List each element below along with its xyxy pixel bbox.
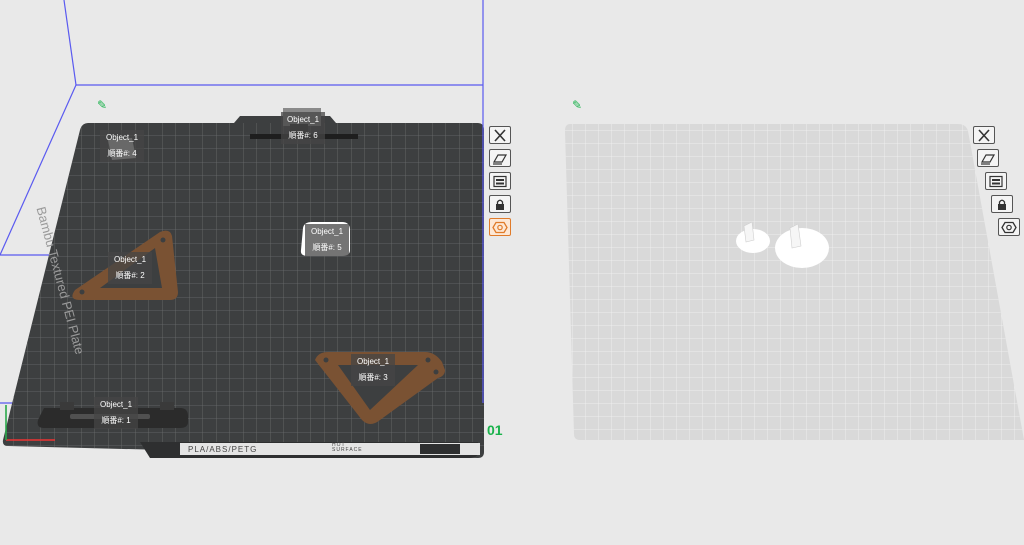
auto-orient-icon [492, 153, 508, 165]
lock-plate-button[interactable] [489, 195, 511, 213]
arrange-button[interactable] [985, 172, 1007, 190]
object-label-2[interactable]: Object_1 順番#: 2 [108, 252, 153, 284]
arrange-icon [989, 175, 1003, 187]
arrange-button[interactable] [489, 172, 511, 190]
lock-icon [496, 199, 504, 210]
auto-orient-button[interactable] [977, 149, 999, 167]
object-label-4[interactable]: Object_1 順番#: 4 [100, 130, 145, 162]
object-order: 順番#: 1 [101, 416, 131, 425]
object-name: Object_1 [106, 133, 139, 142]
object-name: Object_1 [114, 255, 147, 264]
close-icon [494, 128, 506, 142]
arrange-icon [493, 175, 507, 187]
auto-orient-icon [980, 153, 996, 165]
object-order: 順番#: 6 [288, 131, 318, 140]
object-order: 順番#: 3 [358, 373, 388, 382]
plate-material-text: PLA/ABS/PETG [188, 445, 258, 454]
plate-surface-text: HOT SURFACE [332, 442, 363, 453]
lock-icon [998, 199, 1006, 210]
lock-plate-button[interactable] [991, 195, 1013, 213]
object-name: Object_1 [357, 357, 390, 366]
edit-plate-name-icon[interactable]: ✎ [572, 98, 582, 112]
plate-settings-button[interactable] [998, 218, 1020, 236]
edit-plate-name-icon[interactable]: ✎ [97, 98, 107, 112]
object-label-6[interactable]: Object_1 順番#: 6 [281, 112, 326, 144]
plate-settings-button[interactable] [489, 218, 511, 236]
build-plate-2[interactable] [560, 120, 1024, 445]
remove-plate-button[interactable] [489, 126, 511, 144]
plate-settings-icon [1001, 221, 1017, 233]
object-order: 順番#: 5 [312, 243, 342, 252]
object-name: Object_1 [287, 115, 320, 124]
object-order: 順番#: 2 [115, 271, 145, 280]
remove-plate-button[interactable] [973, 126, 995, 144]
object-name: Object_1 [311, 227, 344, 236]
3d-viewport[interactable] [0, 0, 1024, 545]
object-label-3[interactable]: Object_1 順番#: 3 [351, 354, 396, 386]
plate-number-label: 01 [487, 422, 503, 438]
object-label-5[interactable]: Object_1 順番#: 5 [305, 224, 350, 256]
close-icon [978, 128, 990, 142]
auto-orient-button[interactable] [489, 149, 511, 167]
object-order: 順番#: 4 [107, 149, 137, 158]
object-label-1[interactable]: Object_1 順番#: 1 [94, 397, 139, 429]
object-name: Object_1 [100, 400, 133, 409]
plate-settings-icon [492, 221, 508, 233]
